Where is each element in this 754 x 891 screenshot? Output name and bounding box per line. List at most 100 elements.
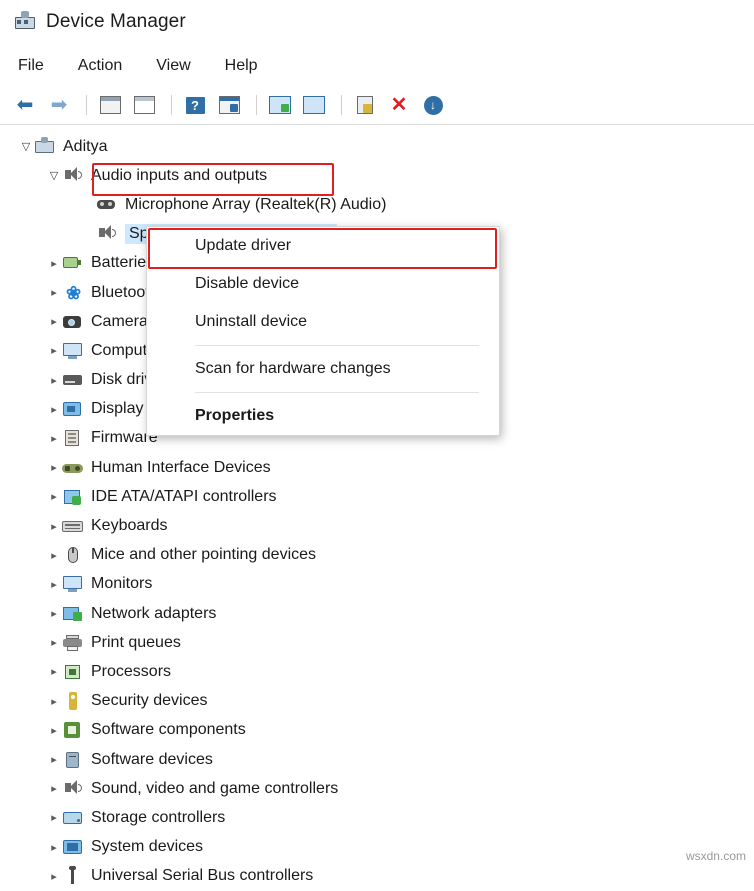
tree-item-label: Storage controllers (91, 808, 226, 826)
tree-item-label: Processors (91, 662, 172, 680)
tree-item-keyboards[interactable]: ▸ Keyboards (0, 511, 754, 540)
chevron-right-icon[interactable]: ▸ (46, 344, 62, 357)
context-menu-separator-2 (195, 392, 479, 393)
mouse-icon (62, 545, 84, 565)
keyboard-icon (62, 516, 84, 536)
tree-item-label: Universal Serial Bus controllers (91, 867, 314, 885)
show-hidden-devices-button[interactable] (214, 91, 244, 119)
chevron-right-icon[interactable]: ▸ (46, 607, 62, 620)
context-menu-item-scan-for-hardware-changes[interactable]: Scan for hardware changes (147, 350, 499, 388)
back-button[interactable]: ⬅ (10, 91, 40, 119)
tree-item-label: Human Interface Devices (91, 458, 271, 476)
speaker-icon (62, 166, 84, 186)
processor-icon (62, 662, 84, 682)
help-button[interactable]: ? (180, 91, 210, 119)
chevron-right-icon[interactable]: ▸ (46, 870, 62, 883)
software-device-icon (62, 750, 84, 770)
chevron-right-icon[interactable]: ▸ (46, 520, 62, 533)
context-menu-item-label: Properties (195, 407, 275, 424)
battery-icon (62, 253, 84, 273)
chevron-right-icon[interactable]: ▸ (46, 753, 62, 766)
chevron-right-icon[interactable]: ▸ (46, 315, 62, 328)
uninstall-device-button[interactable]: ✕ (384, 91, 414, 119)
tree-item-audio-inputs-and-outputs[interactable]: ▽ Audio inputs and outputs (0, 161, 754, 190)
tree-item-microphone-array[interactable]: Microphone Array (Realtek(R) Audio) (0, 190, 754, 219)
tree-item-sound-video-and-game-controllers[interactable]: ▸ Sound, video and game controllers (0, 774, 754, 803)
chevron-right-icon[interactable]: ▸ (46, 841, 62, 854)
chevron-right-icon[interactable]: ▸ (46, 549, 62, 562)
tree-item-universal-serial-bus-controllers[interactable]: ▸ Universal Serial Bus controllers (0, 862, 754, 891)
chevron-right-icon[interactable]: ▸ (46, 665, 62, 678)
menu-file[interactable]: File (18, 57, 44, 75)
context-menu-item-uninstall-device[interactable]: Uninstall device (147, 303, 499, 341)
properties-button[interactable] (129, 91, 159, 119)
computer-icon (62, 341, 84, 361)
scan-for-hardware-changes-button[interactable] (265, 91, 295, 119)
menu-view[interactable]: View (156, 57, 190, 75)
chevron-right-icon[interactable]: ▸ (46, 490, 62, 503)
chevron-right-icon[interactable]: ▸ (46, 578, 62, 591)
chevron-down-icon[interactable]: ▽ (18, 140, 34, 153)
watermark: wsxdn.com (685, 849, 746, 863)
tree-item-ide-ata-atapi-controllers[interactable]: ▸ IDE ATA/ATAPI controllers (0, 482, 754, 511)
tree-item-software-devices[interactable]: ▸ Software devices (0, 745, 754, 774)
chevron-right-icon[interactable]: ▸ (46, 782, 62, 795)
context-menu[interactable]: Update driver Disable device Uninstall d… (146, 226, 500, 436)
tree-item-human-interface-devices[interactable]: ▸ Human Interface Devices (0, 453, 754, 482)
computer-icon (34, 136, 56, 157)
context-menu-item-label: Update driver (195, 237, 292, 254)
context-menu-item-label: Disable device (195, 275, 300, 292)
chevron-right-icon[interactable]: ▸ (46, 432, 62, 445)
update-driver-button[interactable] (350, 91, 380, 119)
toolbar: ⬅ ➡ ? ✕ ↓ (0, 86, 754, 124)
tree-item-software-components[interactable]: ▸ Software components (0, 716, 754, 745)
tree-root-node[interactable]: ▽ Aditya (0, 132, 754, 161)
toolbar-separator-4 (341, 95, 342, 115)
tree-item-label: Software components (91, 721, 246, 739)
tree-item-label: Print queues (91, 633, 181, 651)
speaker-icon (62, 779, 84, 799)
tree-item-mice-and-other-pointing-devices[interactable]: ▸ Mice and other pointing devices (0, 541, 754, 570)
ide-controller-icon (62, 487, 84, 507)
tree-item-system-devices[interactable]: ▸ System devices (0, 833, 754, 862)
tree-item-label: Software devices (91, 750, 213, 768)
firmware-icon (62, 428, 84, 448)
chevron-right-icon[interactable]: ▸ (46, 374, 62, 387)
chevron-down-icon[interactable]: ▽ (46, 169, 62, 182)
tree-item-monitors[interactable]: ▸ Monitors (0, 570, 754, 599)
forward-button[interactable]: ➡ (44, 91, 74, 119)
software-component-icon (62, 720, 84, 740)
tree-item-security-devices[interactable]: ▸ Security devices (0, 687, 754, 716)
tree-item-print-queues[interactable]: ▸ Print queues (0, 628, 754, 657)
chevron-right-icon[interactable]: ▸ (46, 811, 62, 824)
tree-item-storage-controllers[interactable]: ▸ Storage controllers (0, 803, 754, 832)
context-menu-item-label: Scan for hardware changes (195, 360, 391, 377)
tree-item-label: Network adapters (91, 604, 217, 622)
storage-controller-icon (62, 808, 84, 828)
tree-item-processors[interactable]: ▸ Processors (0, 657, 754, 686)
chevron-right-icon[interactable]: ▸ (46, 257, 62, 270)
context-menu-item-label: Uninstall device (195, 313, 308, 330)
chevron-right-icon[interactable]: ▸ (46, 403, 62, 416)
chevron-right-icon[interactable]: ▸ (46, 695, 62, 708)
view-devices-button[interactable] (299, 91, 329, 119)
up-one-level-button[interactable] (95, 91, 125, 119)
menu-help[interactable]: Help (225, 57, 258, 75)
toolbar-separator-1 (86, 95, 87, 115)
tree-item-label: IDE ATA/ATAPI controllers (91, 487, 277, 505)
context-menu-item-properties[interactable]: Properties (147, 397, 499, 435)
usb-icon (62, 866, 84, 886)
context-menu-item-update-driver[interactable]: Update driver (147, 227, 499, 265)
chevron-right-icon[interactable]: ▸ (46, 286, 62, 299)
context-menu-item-disable-device[interactable]: Disable device (147, 265, 499, 303)
security-device-icon (62, 691, 84, 711)
chevron-right-icon[interactable]: ▸ (46, 461, 62, 474)
menu-action[interactable]: Action (78, 57, 122, 75)
system-device-icon (62, 837, 84, 857)
window-title: Device Manager (46, 11, 186, 32)
chevron-right-icon[interactable]: ▸ (46, 636, 62, 649)
tree-item-network-adapters[interactable]: ▸ Network adapters (0, 599, 754, 628)
disable-device-button[interactable]: ↓ (418, 91, 448, 119)
tree-item-label: Sound, video and game controllers (91, 779, 339, 797)
chevron-right-icon[interactable]: ▸ (46, 724, 62, 737)
